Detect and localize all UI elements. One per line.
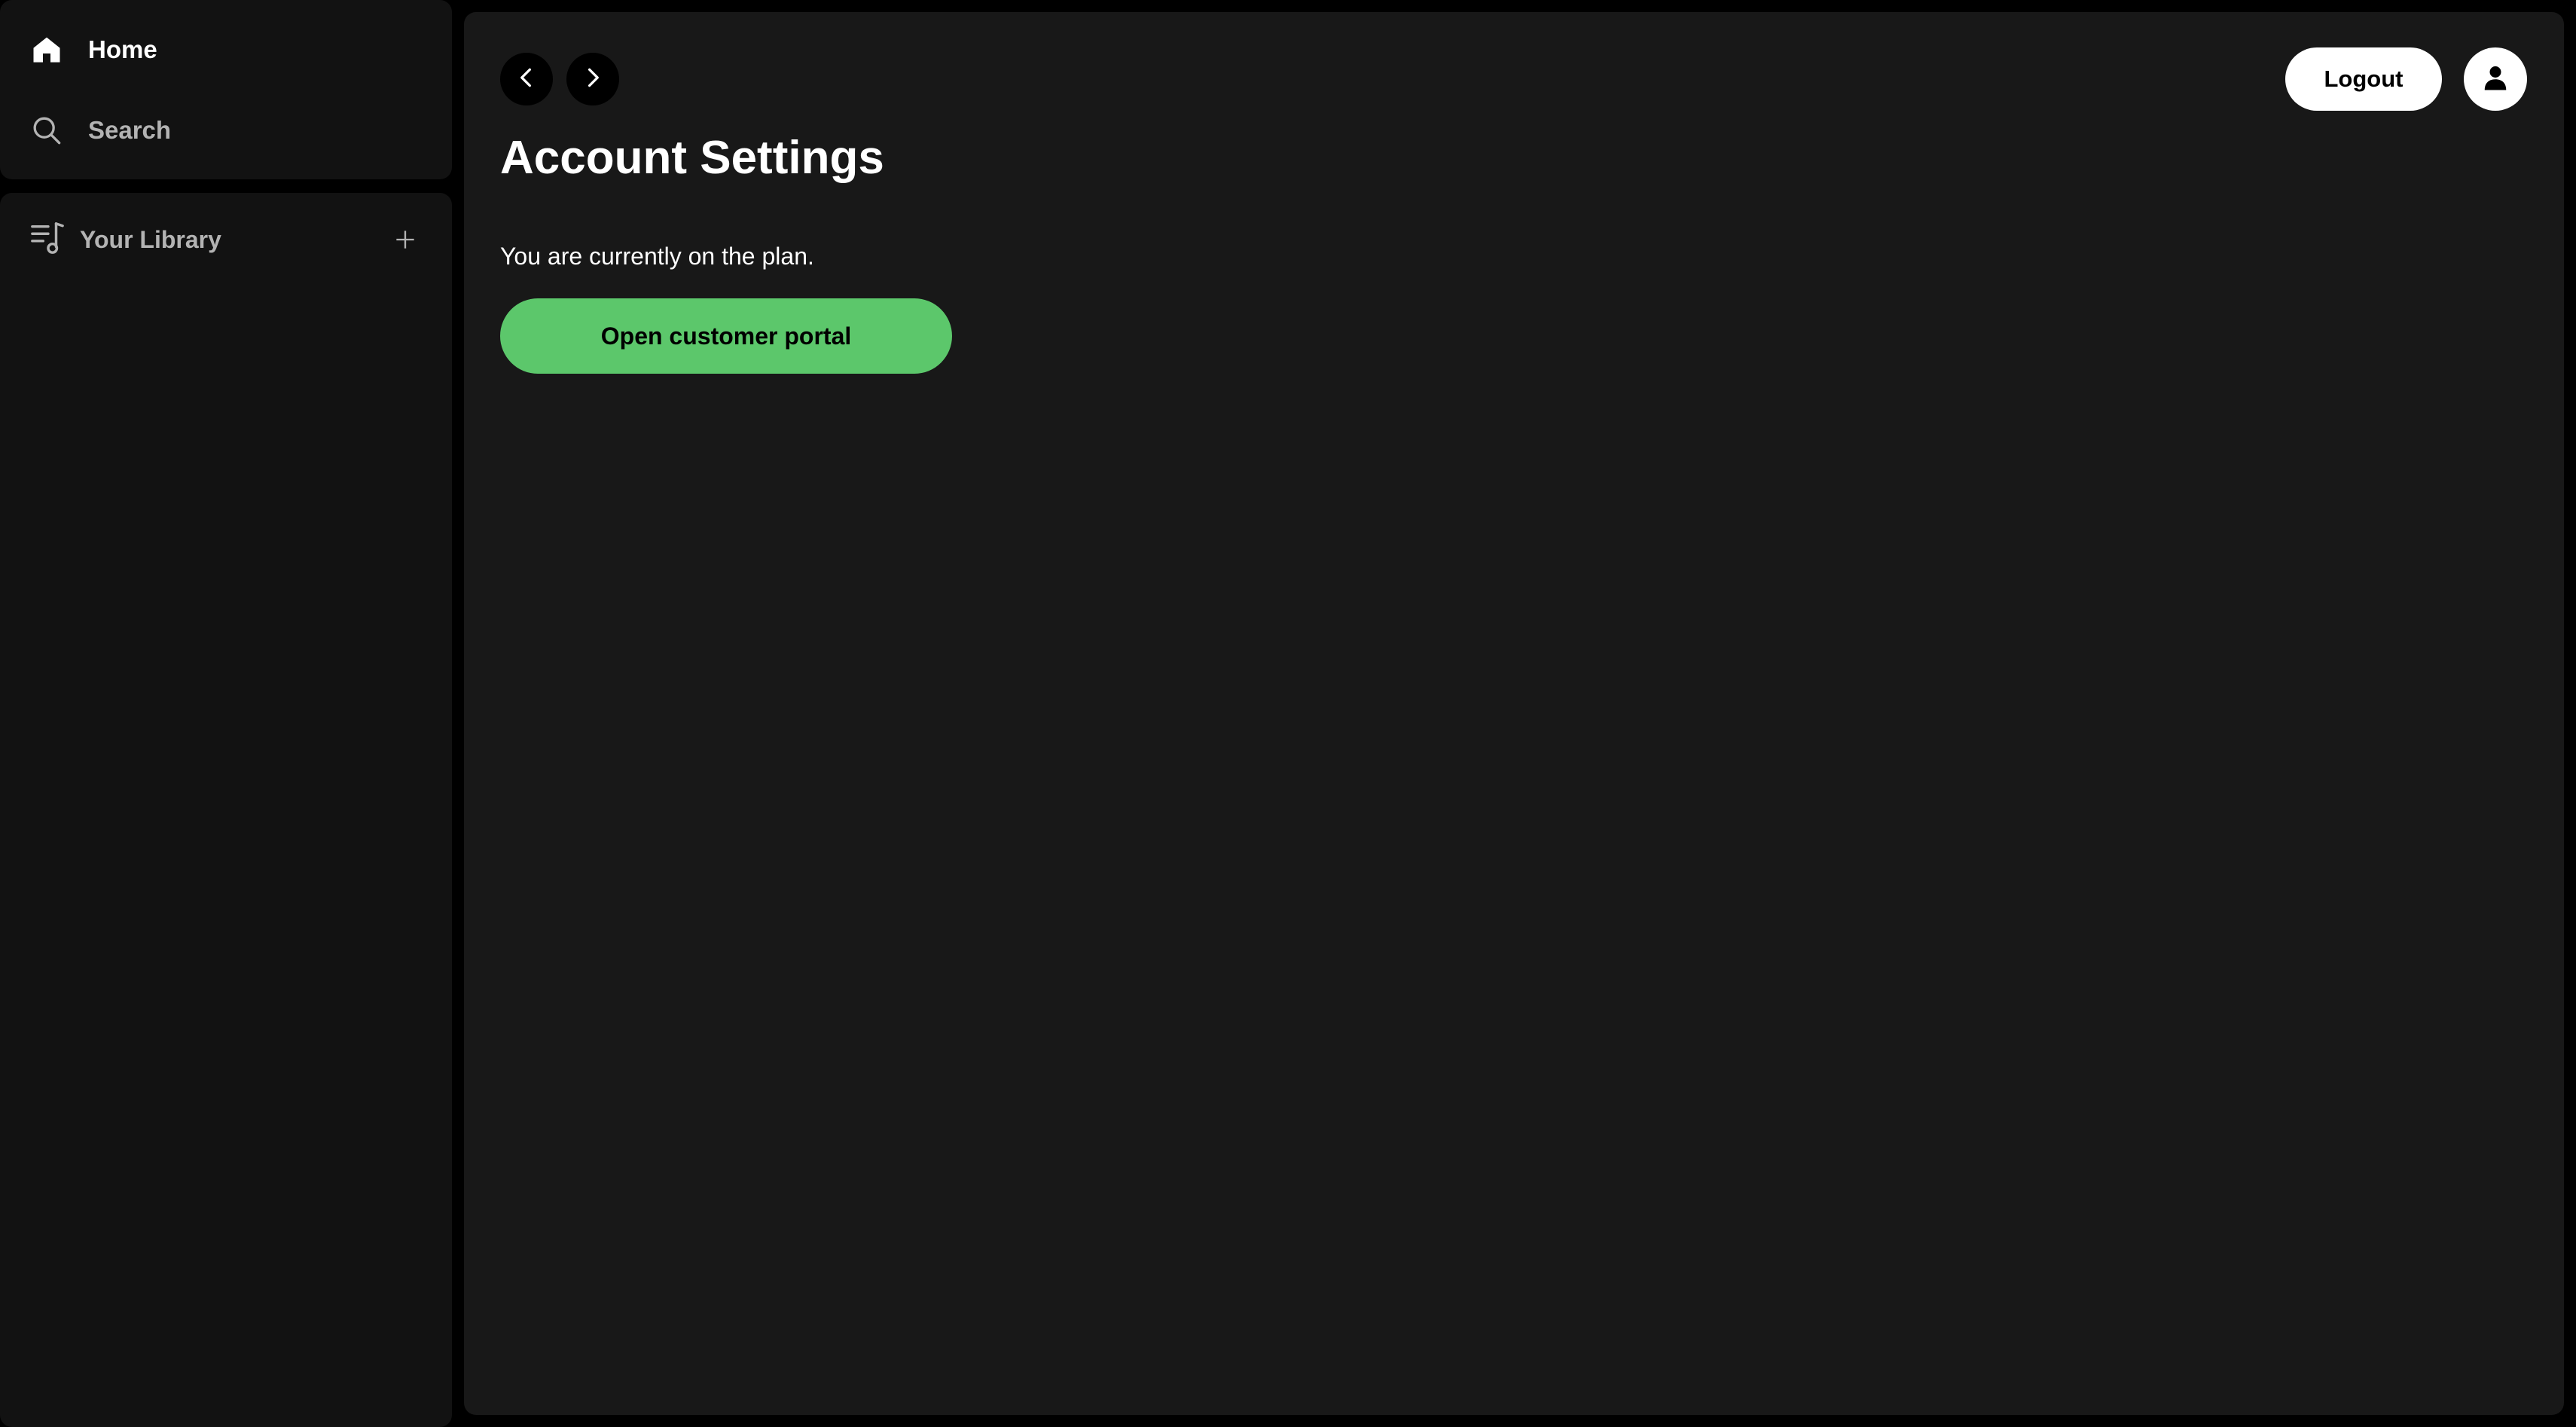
history-navigation (500, 53, 619, 105)
open-customer-portal-button[interactable]: Open customer portal (500, 298, 952, 374)
back-button[interactable] (500, 53, 553, 105)
main-content: Logout Account Settings You are currentl… (464, 12, 2564, 1415)
library-icon (30, 221, 65, 259)
sidebar-nav: Home Search (0, 0, 452, 179)
sidebar-item-label: Search (88, 116, 172, 144)
plus-icon[interactable] (389, 223, 422, 256)
library-header: Your Library (30, 217, 422, 262)
chevron-left-icon (515, 66, 538, 93)
forward-button[interactable] (566, 53, 619, 105)
sidebar-item-home[interactable]: Home (30, 29, 157, 71)
user-menu-button[interactable] (2464, 47, 2527, 111)
page-title: Account Settings (500, 132, 884, 184)
home-icon (30, 33, 63, 66)
logout-button[interactable]: Logout (2285, 47, 2442, 111)
chevron-right-icon (581, 66, 604, 93)
user-icon (2482, 64, 2509, 95)
library-label: Your Library (80, 225, 221, 253)
search-icon (30, 114, 63, 147)
sidebar-item-label: Home (88, 35, 157, 63)
plan-status-text: You are currently on the plan. (500, 243, 814, 270)
library-panel: Your Library (0, 193, 452, 1427)
library-toggle-button[interactable]: Your Library (30, 221, 221, 259)
sidebar-item-search[interactable]: Search (30, 109, 171, 151)
